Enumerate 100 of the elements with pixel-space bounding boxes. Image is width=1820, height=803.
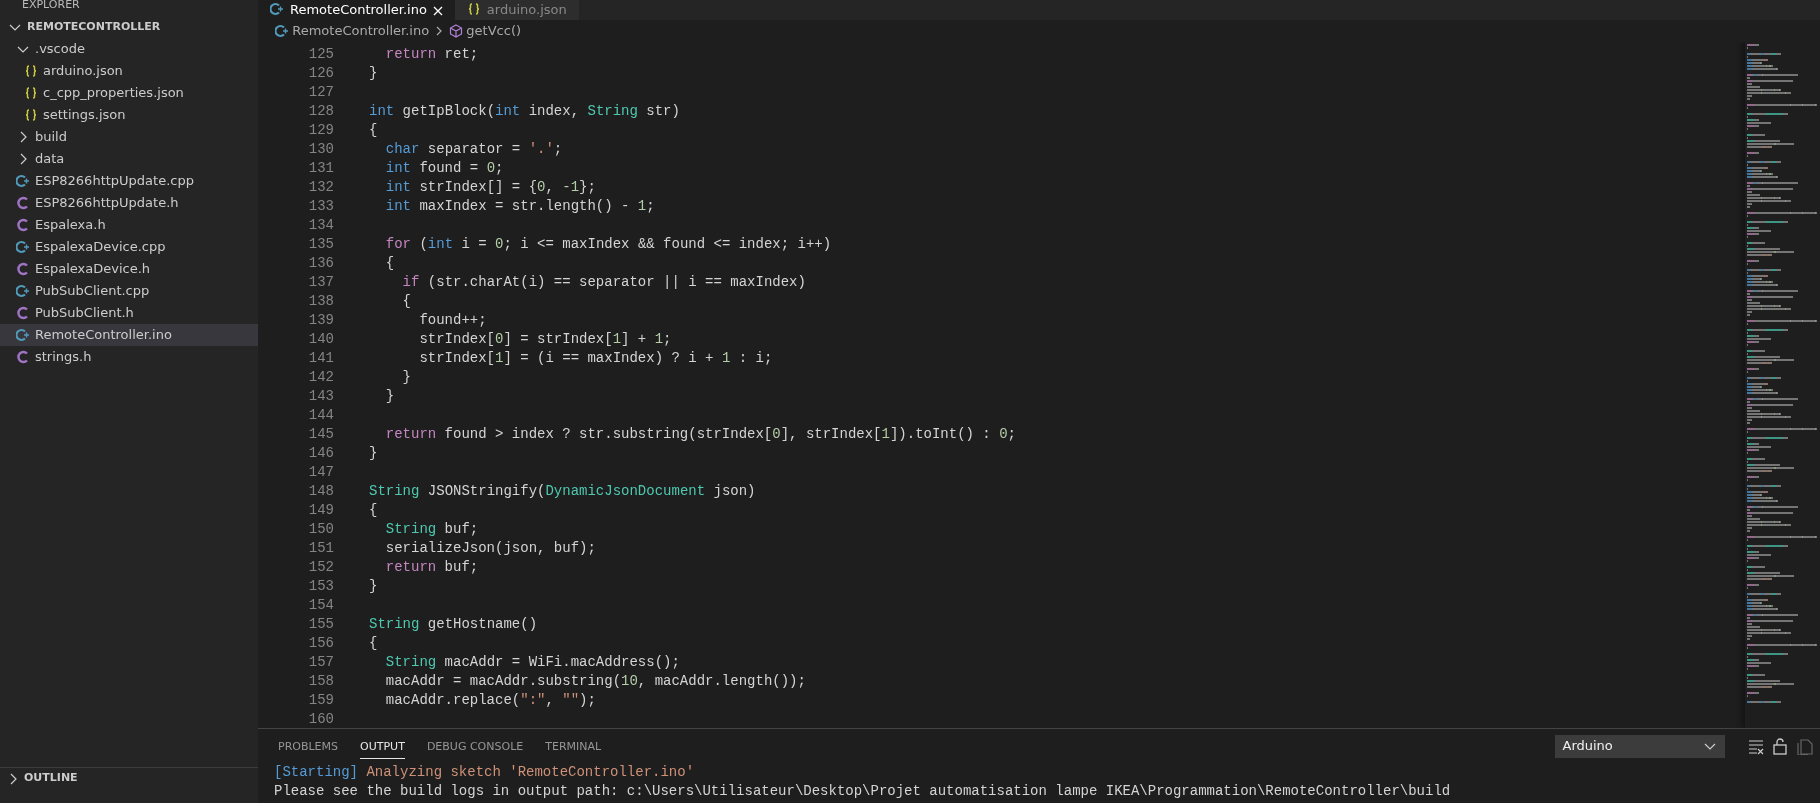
code-line: int getIpBlock(int index, String str) <box>368 102 680 121</box>
file-item[interactable]: EspalexaDevice.h <box>0 258 258 280</box>
folder-item[interactable]: data <box>0 148 258 170</box>
line-number: 158 <box>307 672 334 691</box>
file-item[interactable]: c_cpp_properties.json <box>0 82 258 104</box>
clear-list-icon <box>1746 737 1765 755</box>
code-line: int maxIndex = str.length() - 1; <box>384 197 655 216</box>
line-number: 128 <box>307 102 334 121</box>
line-number: 136 <box>307 254 334 273</box>
code-line: int found = 0; <box>384 159 504 178</box>
editor-tab[interactable]: arduino.json <box>454 0 579 20</box>
code-line: macAddr = macAddr.substring(10, macAddr.length()); <box>384 672 806 691</box>
braces-icon <box>466 2 481 16</box>
breadcrumb-item[interactable]: getVcc() <box>449 21 522 41</box>
line-number: 135 <box>307 235 334 254</box>
code-line: return found > index ? str.substring(strIndex[0], strIndex[1]).toInt() : 0; <box>384 425 1016 444</box>
code-line: } <box>368 64 378 83</box>
line-number: 138 <box>307 292 334 311</box>
folder-item[interactable]: .vscode <box>0 38 258 60</box>
code-line: String buf; <box>384 520 479 539</box>
code-line: return buf; <box>384 558 479 577</box>
line-number: 141 <box>307 349 334 368</box>
code-line: serializeJson(json, buf); <box>384 539 596 558</box>
line-number: 152 <box>307 558 334 577</box>
c-letter-icon <box>16 196 30 210</box>
line-number: 147 <box>307 463 334 482</box>
line-number: 125 <box>307 45 334 64</box>
file-item[interactable]: PubSubClient.h <box>0 302 258 324</box>
c-letter-icon <box>16 350 30 364</box>
line-number: 146 <box>307 444 334 463</box>
line-number: 154 <box>307 596 334 615</box>
breadcrumb-item[interactable]: RemoteController.ino <box>275 21 430 41</box>
file-item[interactable]: arduino.json <box>0 60 258 82</box>
line-number: 159 <box>307 691 334 710</box>
code-line: { <box>384 254 395 273</box>
c-plus-icon <box>270 2 284 16</box>
code-line: strIndex[1] = (i == maxIndex) ? i + 1 : i; <box>418 349 773 368</box>
c-plus-icon <box>16 174 30 188</box>
line-number: 143 <box>307 387 334 406</box>
line-number: 127 <box>307 83 334 102</box>
code-line: { <box>368 634 378 653</box>
unlock-icon <box>1771 737 1789 755</box>
line-number: 137 <box>307 273 334 292</box>
code-line: { <box>401 292 411 311</box>
code-line: found++; <box>418 311 487 330</box>
file-item[interactable]: EspalexaDevice.cpp <box>0 236 258 258</box>
output-channel-dropdown[interactable]: Arduino <box>1554 734 1725 758</box>
code-line: return ret; <box>384 45 479 64</box>
panel-tab[interactable]: TERMINAL <box>545 732 602 760</box>
file-item[interactable]: strings.h <box>0 346 258 368</box>
panel-tab[interactable]: DEBUG CONSOLE <box>426 732 524 760</box>
line-number: 132 <box>307 178 334 197</box>
code-line: for (int i = 0; i <= maxIndex && found <= index; i++) <box>384 235 832 254</box>
c-plus-icon <box>16 240 30 254</box>
file-item[interactable]: settings.json <box>0 104 258 126</box>
line-number: 144 <box>307 406 334 425</box>
code-line: strIndex[0] = strIndex[1] + 1; <box>418 330 672 349</box>
braces-icon <box>24 108 38 122</box>
output-line: Please see the build logs in output path: c:\Users\Utilisateur\Desktop\Projet automatisation lampe IKEA\Programmation\RemoteController\build <box>273 782 1452 801</box>
file-item[interactable]: ESP8266httpUpdate.h <box>0 192 258 214</box>
line-number: 139 <box>307 311 334 330</box>
line-number: 133 <box>307 197 334 216</box>
c-plus-icon <box>16 284 30 298</box>
code-line: } <box>401 368 411 387</box>
file-item[interactable]: RemoteController.ino <box>0 324 258 346</box>
code-line: { <box>368 501 378 520</box>
folder-item[interactable]: build <box>0 126 258 148</box>
panel-tab[interactable]: OUTPUT <box>360 732 405 760</box>
c-letter-icon <box>16 262 30 276</box>
code-line: { <box>368 121 378 140</box>
line-number: 156 <box>307 634 334 653</box>
line-number: 140 <box>307 330 334 349</box>
code-line: } <box>384 387 395 406</box>
file-item[interactable]: ESP8266httpUpdate.cpp <box>0 170 258 192</box>
file-item[interactable]: Espalexa.h <box>0 214 258 236</box>
file-item[interactable]: PubSubClient.cpp <box>0 280 258 302</box>
code-line: String JSONStringify(DynamicJsonDocument json) <box>368 482 756 501</box>
line-number: 151 <box>307 539 334 558</box>
close-icon <box>432 6 443 16</box>
editor-tab[interactable]: RemoteController.ino <box>258 0 455 20</box>
c-letter-icon <box>16 218 30 232</box>
output-line: [Starting] Analyzing sketch 'RemoteController.ino' <box>273 763 696 782</box>
panel-tab[interactable]: PROBLEMS <box>278 732 339 760</box>
code-line: int strIndex[] = {0, -1}; <box>384 178 596 197</box>
line-number: 126 <box>307 64 334 83</box>
braces-icon <box>24 64 38 78</box>
code-line: char separator = '.'; <box>384 140 563 159</box>
code-line: String getHostname() <box>368 615 538 634</box>
braces-icon <box>24 86 38 100</box>
outline-section-header[interactable]: OUTLINE <box>0 767 258 789</box>
code-line: } <box>368 577 378 596</box>
line-number: 130 <box>307 140 334 159</box>
code-line: if (str.charAt(i) == separator || i == maxIndex) <box>401 273 806 292</box>
line-number: 149 <box>307 501 334 520</box>
sidebar-title: EXPLORER <box>21 0 81 13</box>
line-number: 148 <box>307 482 334 501</box>
c-letter-icon <box>16 306 30 320</box>
folder-item[interactable]: REMOTECONTROLLER <box>0 16 258 38</box>
line-number: 145 <box>307 425 334 444</box>
code-line: } <box>368 444 378 463</box>
